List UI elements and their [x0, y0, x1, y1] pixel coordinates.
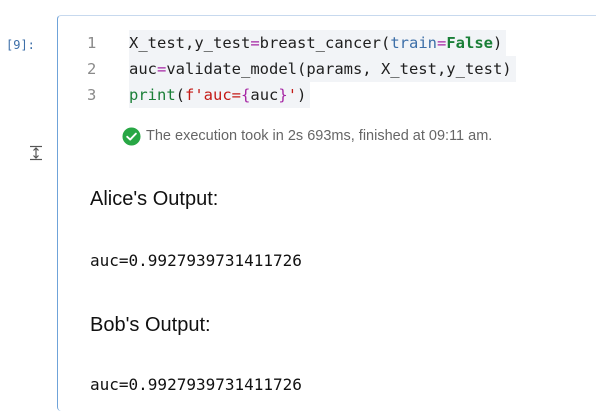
code-token: (: [175, 86, 186, 104]
code-token: f'auc=: [185, 86, 242, 104]
code-token: train: [390, 34, 437, 52]
code-token: {: [241, 86, 251, 104]
line-number: 1: [87, 34, 97, 52]
bob-output-value: auc=0.9927939731411726: [90, 375, 302, 394]
alice-output-value: auc=0.9927939731411726: [90, 251, 302, 270]
line-number: 3: [87, 86, 97, 104]
check-circle-icon: [122, 126, 141, 146]
code-token: validate_model(params, X_test,y_test): [166, 60, 512, 78]
code-line[interactable]: 3 print(f'auc={auc}'): [68, 82, 596, 108]
code-line[interactable]: 2 auc=validate_model(params, X_test,y_tes…: [68, 56, 596, 82]
code-text[interactable]: print(f'auc={auc}'): [129, 82, 311, 108]
execution-status: The execution took in 2s 693ms, finished…: [122, 125, 492, 147]
code-text[interactable]: X_test,y_test=breast_cancer(train=False): [129, 30, 507, 56]
code-line[interactable]: 1 X_test,y_test=breast_cancer(train=False…: [68, 30, 596, 56]
code-text[interactable]: auc=validate_model(params, X_test,y_test…: [129, 56, 516, 82]
code-token: =: [437, 34, 447, 52]
collapse-output-icon[interactable]: [28, 145, 44, 161]
code-token: ': [287, 86, 298, 104]
code-token: auc: [250, 86, 279, 104]
code-token: }: [278, 86, 288, 104]
code-token: =: [157, 60, 167, 78]
code-editor[interactable]: 1 X_test,y_test=breast_cancer(train=False…: [68, 30, 596, 114]
code-token: auc: [129, 60, 157, 78]
code-token: print: [129, 86, 176, 104]
code-token: False: [446, 34, 494, 52]
code-token: =: [250, 34, 260, 52]
code-token: X_test,y_test: [129, 34, 251, 52]
status-text: The execution took in 2s 693ms, finished…: [146, 128, 493, 144]
bob-output-heading: Bob's Output:: [90, 314, 211, 336]
line-number: 2: [87, 60, 97, 78]
code-token: ): [297, 86, 307, 104]
cell-prompt: [9]:: [6, 38, 35, 52]
code-token: breast_cancer(: [259, 34, 391, 52]
code-token: ): [493, 34, 503, 52]
alice-output-heading: Alice's Output:: [90, 188, 219, 210]
